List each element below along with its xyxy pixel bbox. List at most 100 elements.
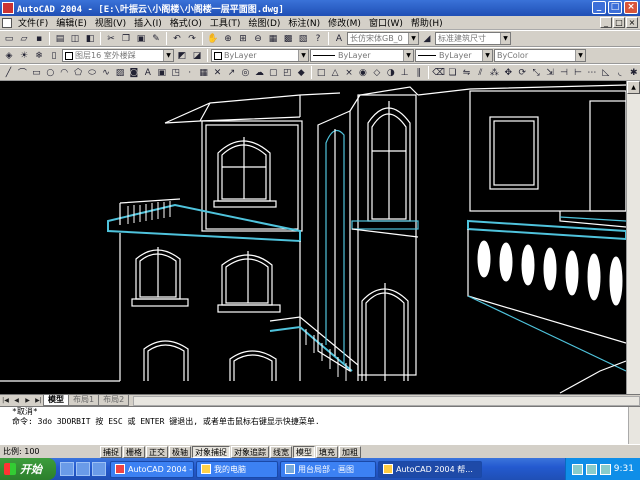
make-current-layer-icon[interactable]: ◩ — [175, 49, 189, 62]
plotstyle-select[interactable]: ByColor ▼ — [494, 49, 586, 62]
snap-endpoint-icon[interactable]: □ — [315, 66, 328, 79]
revcloud-icon[interactable]: ☁ — [253, 66, 266, 79]
menu-modify[interactable]: 修改(M) — [324, 16, 365, 29]
menu-help[interactable]: 帮助(H) — [407, 16, 447, 29]
document-icon[interactable] — [2, 17, 12, 28]
title-bar[interactable]: AutoCAD 2004 - [E:\叶振云\小阁楼\小阁楼一层平面图.dwg]… — [0, 0, 640, 16]
maximize-button[interactable]: □ — [608, 1, 622, 14]
linetype-select[interactable]: ByLayer ▼ — [310, 49, 414, 62]
tab-model[interactable]: 模型 — [43, 395, 69, 406]
quick-launch-desktop-icon[interactable] — [76, 462, 90, 476]
chevron-down-icon[interactable]: ▼ — [298, 50, 308, 61]
tool-palette-icon[interactable]: ▧ — [296, 32, 310, 45]
chevron-down-icon[interactable]: ▼ — [163, 50, 173, 61]
array-icon[interactable]: ⁂ — [488, 66, 501, 79]
quick-launch-media-icon[interactable] — [92, 462, 106, 476]
region-icon[interactable]: ◙ — [127, 66, 140, 79]
solid-icon[interactable]: ◆ — [295, 66, 308, 79]
match-properties-icon[interactable]: ✎ — [149, 32, 163, 45]
quick-launch-ie-icon[interactable] — [60, 462, 74, 476]
circle-icon[interactable]: ○ — [44, 66, 57, 79]
mtext-icon[interactable]: A — [141, 66, 154, 79]
table-icon[interactable]: ▦ — [197, 66, 210, 79]
chevron-down-icon[interactable]: ▼ — [575, 50, 585, 61]
erase-icon[interactable]: ⌫ — [432, 66, 445, 79]
tray-network-icon[interactable] — [571, 463, 583, 475]
boundary-icon[interactable]: ◰ — [281, 66, 294, 79]
stretch-icon[interactable]: ⇲ — [544, 66, 557, 79]
command-scrollbar[interactable] — [628, 407, 640, 445]
command-input[interactable] — [0, 427, 640, 437]
start-button[interactable]: 开始 — [0, 458, 56, 480]
close-button[interactable]: × — [624, 1, 638, 14]
layer-freeze-icon[interactable]: ❄ — [32, 49, 46, 62]
publish-icon[interactable]: ◧ — [83, 32, 97, 45]
menu-window[interactable]: 窗口(W) — [365, 16, 407, 29]
paste-icon[interactable]: ▣ — [134, 32, 148, 45]
next-tab-icon[interactable]: ▶ — [22, 396, 33, 406]
grid-toggle[interactable]: 栅格 — [123, 445, 145, 458]
dim-style-select[interactable]: 标准建筑尺寸 ▼ — [435, 32, 511, 45]
line-icon[interactable]: ╱ — [2, 66, 15, 79]
explode-icon[interactable]: ✱ — [627, 66, 640, 79]
tab-layout1[interactable]: 布局1 — [68, 395, 100, 406]
scale-icon[interactable]: ⤡ — [530, 66, 543, 79]
donut-icon[interactable]: ◎ — [239, 66, 252, 79]
prev-tab-icon[interactable]: ◀ — [11, 396, 22, 406]
help-icon[interactable]: ? — [311, 32, 325, 45]
model-toggle[interactable]: 模型 — [293, 445, 315, 458]
task-my-computer[interactable]: 我的电脑 — [196, 460, 278, 478]
properties-icon[interactable]: ▦ — [266, 32, 280, 45]
redo-icon[interactable]: ↷ — [185, 32, 199, 45]
point-icon[interactable]: · — [183, 66, 196, 79]
layer-on-icon[interactable]: ☀ — [17, 49, 31, 62]
polygon-icon[interactable]: ⬠ — [72, 66, 85, 79]
osnap-toggle[interactable]: 对象捕捉 — [192, 445, 230, 458]
horizontal-scrollbar[interactable] — [133, 395, 640, 406]
wipeout-icon[interactable]: ▢ — [267, 66, 280, 79]
insert-icon[interactable]: ◳ — [169, 66, 182, 79]
first-tab-icon[interactable]: |◀ — [0, 396, 11, 406]
break-icon[interactable]: ⋯ — [585, 66, 598, 79]
otrack-toggle[interactable]: 对象追踪 — [231, 445, 269, 458]
text-style-select[interactable]: 长仿宋体GB_0 ▼ — [347, 32, 419, 45]
print-icon[interactable]: ▤ — [53, 32, 67, 45]
block-icon[interactable]: ▣ — [155, 66, 168, 79]
bold-toggle[interactable]: 加粗 — [339, 445, 361, 458]
tray-volume-icon[interactable] — [585, 463, 597, 475]
menu-view[interactable]: 视图(V) — [91, 16, 130, 29]
snap-toggle[interactable]: 捕捉 — [100, 445, 122, 458]
layer-lock-icon[interactable]: ▯ — [47, 49, 61, 62]
rotate-icon[interactable]: ⟳ — [516, 66, 529, 79]
copy-object-icon[interactable]: ❏ — [446, 66, 459, 79]
xline-icon[interactable]: ✕ — [211, 66, 224, 79]
snap-tangent-icon[interactable]: ◑ — [384, 66, 397, 79]
drawing-canvas[interactable] — [0, 81, 626, 394]
new-file-icon[interactable]: ▭ — [2, 32, 16, 45]
menu-dimension[interactable]: 标注(N) — [284, 16, 324, 29]
layer-previous-icon[interactable]: ◪ — [190, 49, 204, 62]
doc-minimize-button[interactable]: _ — [600, 17, 612, 28]
chevron-down-icon[interactable]: ▼ — [403, 50, 413, 61]
color-select[interactable]: ByLayer ▼ — [211, 49, 309, 62]
task-autocad-help[interactable]: AutoCAD 2004 帮... — [378, 460, 482, 478]
lineweight-select[interactable]: ByLayer ▼ — [415, 49, 493, 62]
snap-parallel-icon[interactable]: ∥ — [412, 66, 425, 79]
menu-format[interactable]: 格式(O) — [166, 16, 206, 29]
mirror-icon[interactable]: ⇋ — [460, 66, 473, 79]
open-file-icon[interactable]: ▱ — [17, 32, 31, 45]
minimize-button[interactable]: _ — [592, 1, 606, 14]
zoom-realtime-icon[interactable]: ⊕ — [221, 32, 235, 45]
ortho-toggle[interactable]: 正交 — [146, 445, 168, 458]
chamfer-icon[interactable]: ◺ — [599, 66, 612, 79]
chevron-down-icon[interactable]: ▼ — [482, 50, 492, 61]
ellipse-icon[interactable]: ⬭ — [86, 66, 99, 79]
undo-icon[interactable]: ↶ — [170, 32, 184, 45]
chevron-down-icon[interactable]: ▼ — [408, 33, 418, 44]
task-paint[interactable]: 用台局部 - 画图 — [280, 460, 376, 478]
menu-tools[interactable]: 工具(T) — [206, 16, 245, 29]
menu-edit[interactable]: 编辑(E) — [52, 16, 91, 29]
menu-draw[interactable]: 绘图(D) — [244, 16, 284, 29]
fillet-icon[interactable]: ◟ — [613, 66, 626, 79]
arc-icon[interactable]: ◠ — [58, 66, 71, 79]
